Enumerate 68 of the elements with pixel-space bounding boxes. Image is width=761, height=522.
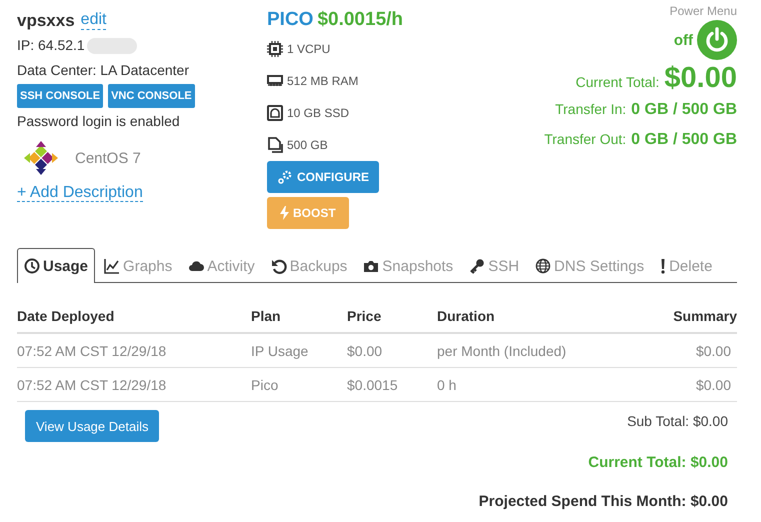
current-total-label: Current Total: xyxy=(576,74,660,90)
camera-icon xyxy=(363,258,380,274)
tab[interactable]: Snapshots xyxy=(356,249,460,282)
key-icon xyxy=(469,258,486,274)
table-cell-text: 07:52 AM CST 12/29/18 xyxy=(17,376,168,392)
column-header: Price xyxy=(347,308,382,324)
console-button[interactable]: SSH CONSOLE xyxy=(17,84,104,108)
view-usage-button[interactable]: View Usage Details xyxy=(25,410,160,442)
table-cell-text: 07:52 AM CST 12/29/18 xyxy=(17,342,168,358)
os-name: CentOS 7 xyxy=(75,150,141,166)
spec-text: 10 GB SSD xyxy=(287,106,350,120)
power-menu-label: Power Menu xyxy=(670,4,737,18)
tab[interactable]: Usage xyxy=(17,248,96,283)
column-header: Plan xyxy=(251,308,282,324)
tab[interactable]: DNS Settings xyxy=(528,249,652,282)
lightning-icon xyxy=(280,206,289,220)
table-cell-text: $0.00 xyxy=(694,342,732,358)
current-total-value: $0.00 xyxy=(664,62,737,95)
table-cell-text: IP Usage xyxy=(251,342,310,358)
table-cell-text: $0.0015 xyxy=(347,376,399,392)
transfer-value: 0 GB / 500 GB xyxy=(631,130,737,150)
plan-name: PICO xyxy=(267,9,314,31)
tab[interactable]: Activity xyxy=(181,249,262,282)
transfer-value: 0 GB / 500 GB xyxy=(631,100,737,120)
password-note: Password login is enabled xyxy=(17,112,181,131)
power-state: off xyxy=(674,32,693,48)
chip-icon xyxy=(267,41,283,57)
tab[interactable]: Graphs xyxy=(97,249,180,282)
memory-icon xyxy=(267,73,283,89)
boost-button[interactable]: BOOST xyxy=(267,197,349,229)
table-cell-text: per Month (Included) xyxy=(437,342,568,358)
globe-icon xyxy=(535,258,552,274)
server-name: vpsxxs xyxy=(17,10,75,32)
tab[interactable]: SSH xyxy=(462,249,526,282)
tab[interactable]: Backups xyxy=(264,249,354,282)
configure-button[interactable]: CONFIGURE xyxy=(267,161,379,193)
exclamation-icon xyxy=(660,258,666,274)
gears-icon xyxy=(277,169,293,185)
spec-text: 1 VCPU xyxy=(287,42,330,56)
column-header: Date Deployed xyxy=(17,308,116,324)
document-icon xyxy=(267,137,283,153)
spec-text: 512 MB RAM xyxy=(287,74,358,88)
drive-icon xyxy=(267,105,283,121)
power-button[interactable] xyxy=(697,20,737,60)
transfer-label: Transfer Out: xyxy=(544,130,626,149)
spec-text: 500 GB xyxy=(287,138,328,152)
current-total: Current Total: $0.00 xyxy=(588,454,728,471)
power-icon xyxy=(704,27,730,53)
sub-total: Sub Total: $0.00 xyxy=(627,413,728,429)
projected-spend: Projected Spend This Month: $0.00 xyxy=(478,493,728,510)
add-description-link[interactable]: + Add Description xyxy=(17,184,143,202)
tab[interactable]: Delete xyxy=(653,249,720,282)
table-cell-text: 0 h xyxy=(437,376,458,392)
ip-address: IP: 64.52.1 xyxy=(17,36,85,55)
undo-icon xyxy=(270,258,287,274)
plan-rate: $0.0015/h xyxy=(317,9,404,31)
column-header: Summary xyxy=(672,308,737,324)
console-button[interactable]: VNC CONSOLE xyxy=(108,84,195,108)
column-header: Duration xyxy=(437,308,496,324)
table-cell-text: $0.00 xyxy=(694,376,732,392)
table-cell-text: $0.00 xyxy=(347,342,384,358)
clock-icon xyxy=(24,258,40,274)
table-cell-text: Pico xyxy=(251,376,280,392)
centos-logo-icon xyxy=(23,140,59,176)
data-center: Data Center: LA Datacenter xyxy=(17,61,190,80)
line-chart-icon xyxy=(104,258,120,274)
edit-link[interactable]: edit xyxy=(80,11,106,30)
transfer-label: Transfer In: xyxy=(555,100,626,119)
